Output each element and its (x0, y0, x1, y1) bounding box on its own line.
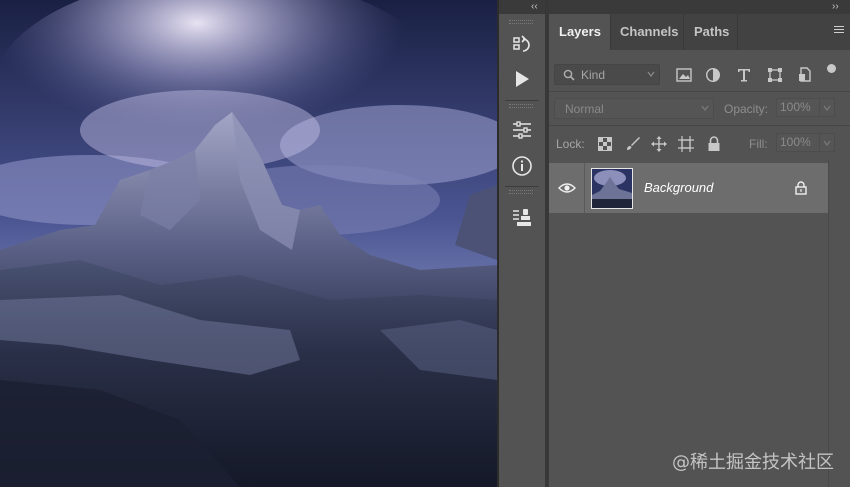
lock-artboard-icon[interactable] (675, 133, 697, 155)
watermark: @稀土掘金技术社区 (672, 452, 834, 473)
layers-list: Background (549, 159, 850, 487)
play-actions-icon[interactable] (507, 65, 537, 93)
tab-channels[interactable]: Channels (610, 14, 683, 50)
document-canvas[interactable] (0, 0, 497, 487)
collapse-panel-button[interactable]: ›› (832, 1, 839, 13)
kind-label: Kind (581, 68, 606, 82)
dock-separator (505, 186, 539, 187)
chevron-down-icon (647, 71, 655, 77)
visibility-column-separator (584, 163, 585, 213)
lock-all-icon[interactable] (703, 133, 725, 155)
layer-row-background[interactable]: Background (549, 163, 828, 213)
layer-lock-icon[interactable] (792, 179, 810, 197)
panel-row-separator (549, 91, 850, 92)
opacity-input[interactable]: 100% (776, 98, 820, 117)
dock-separator (505, 100, 539, 101)
dock-grip[interactable] (509, 190, 533, 194)
opacity-label: Opacity: (724, 102, 769, 116)
layer-thumbnail[interactable] (591, 168, 633, 209)
fill-dropdown-button[interactable] (819, 133, 835, 152)
fill-input[interactable]: 100% (776, 133, 820, 152)
blend-mode-select[interactable]: Normal (554, 98, 714, 119)
shape-filter-icon[interactable] (765, 65, 785, 85)
visibility-eye-icon[interactable] (557, 179, 577, 197)
lock-transparent-pixels-icon[interactable] (594, 133, 616, 155)
fill-label: Fill: (749, 137, 768, 151)
layer-name[interactable]: Background (644, 180, 713, 195)
lock-image-pixels-icon[interactable] (622, 133, 644, 155)
blend-mode-value: Normal (565, 102, 604, 116)
icon-dock (499, 14, 545, 487)
collapse-dock-button[interactable]: ‹‹ (531, 1, 538, 13)
panel-collapse-bar: ‹‹ ›› (499, 0, 850, 14)
history-icon[interactable] (507, 31, 537, 59)
tab-paths[interactable]: Paths (684, 14, 737, 50)
smart-object-filter-icon[interactable] (795, 65, 815, 85)
image-filter-icon[interactable] (674, 65, 694, 85)
type-filter-icon[interactable] (734, 65, 754, 85)
lock-label: Lock: (556, 137, 585, 151)
lock-position-icon[interactable] (648, 133, 670, 155)
layers-panel: Layers Channels Paths Kind Normal Opacit… (549, 14, 850, 487)
panel-menu-icon[interactable] (834, 26, 844, 36)
opacity-dropdown-button[interactable] (819, 98, 835, 117)
dock-grip[interactable] (509, 20, 533, 24)
mountain-photo (0, 0, 497, 487)
adjustment-filter-icon[interactable] (703, 65, 723, 85)
tab-layers[interactable]: Layers (549, 14, 610, 50)
clone-source-icon[interactable] (507, 204, 537, 232)
chevron-down-icon (823, 105, 831, 111)
chevron-down-icon (823, 140, 831, 146)
tab-separator (737, 14, 738, 50)
info-icon[interactable] (507, 152, 537, 180)
chevron-down-icon (701, 105, 709, 111)
panel-row-separator (549, 125, 850, 126)
panel-tab-bar: Layers Channels Paths (549, 14, 850, 50)
filter-toggle-switch[interactable] (827, 64, 836, 73)
layer-filter-kind-select[interactable]: Kind (554, 64, 660, 85)
adjustments-icon[interactable] (507, 116, 537, 144)
dock-grip[interactable] (509, 104, 533, 108)
search-icon (563, 69, 575, 81)
scrollbar-track[interactable] (828, 159, 829, 487)
